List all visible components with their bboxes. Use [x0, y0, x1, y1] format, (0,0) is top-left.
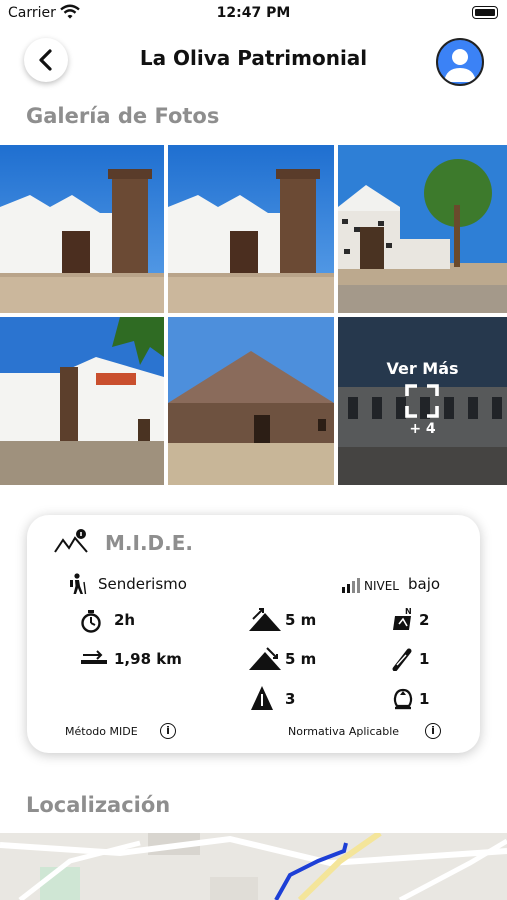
- more-count: + 4: [409, 421, 436, 437]
- clock: 12:47 PM: [216, 5, 291, 21]
- norm-link[interactable]: Normativa Aplicable: [288, 725, 399, 738]
- status-bar: Carrier 12:47 PM: [0, 0, 507, 28]
- gallery-photo[interactable]: [0, 145, 164, 313]
- expand-icon: [405, 384, 439, 418]
- gallery-more-tile[interactable]: Ver Más + 4: [338, 317, 507, 485]
- effort-icon: [393, 688, 413, 710]
- orientation-value: 1: [419, 650, 430, 668]
- ascent-icon: [249, 608, 281, 631]
- more-label: Ver Más: [386, 359, 459, 378]
- location-title: Localización: [26, 793, 171, 817]
- info-icon[interactable]: i: [425, 723, 441, 739]
- user-icon: [444, 49, 476, 82]
- orientation-icon: [392, 648, 412, 671]
- gallery-photo[interactable]: [0, 317, 164, 485]
- descent-icon: [249, 647, 281, 670]
- battery-icon: [472, 6, 498, 19]
- mide-title: M.I.D.E.: [105, 531, 193, 555]
- location-map[interactable]: [0, 833, 507, 900]
- level-bars-icon: [342, 578, 360, 593]
- mide-card: [27, 515, 480, 753]
- effort-value: 1: [419, 690, 430, 708]
- level-label: NIVEL: [364, 579, 399, 593]
- mide-method-link[interactable]: Método MIDE: [65, 725, 138, 738]
- activity-label: Senderismo: [98, 575, 187, 593]
- environment-value: 2: [419, 611, 430, 629]
- page-title: La Oliva Patrimonial: [139, 46, 368, 70]
- distance-icon: [81, 650, 107, 664]
- gallery-photo[interactable]: [168, 145, 334, 313]
- hiker-icon: [70, 573, 87, 595]
- gallery-photo[interactable]: [338, 145, 507, 313]
- difficulty-icon: [251, 686, 273, 710]
- environment-icon: N: [393, 607, 412, 630]
- ascent-value: 5 m: [285, 611, 317, 629]
- level-value: bajo: [408, 575, 441, 593]
- info-icon[interactable]: i: [160, 723, 176, 739]
- duration-value: 2h: [114, 611, 136, 629]
- gallery-title: Galería de Fotos: [26, 104, 220, 128]
- stopwatch-icon: [81, 610, 101, 633]
- difficulty-value: 3: [285, 690, 296, 708]
- distance-value: 1,98 km: [114, 650, 182, 668]
- gallery-photo[interactable]: [168, 317, 334, 485]
- descent-value: 5 m: [285, 650, 317, 668]
- avatar[interactable]: [436, 38, 484, 86]
- mountain-info-icon: [54, 529, 88, 553]
- svg-text:N: N: [405, 607, 412, 616]
